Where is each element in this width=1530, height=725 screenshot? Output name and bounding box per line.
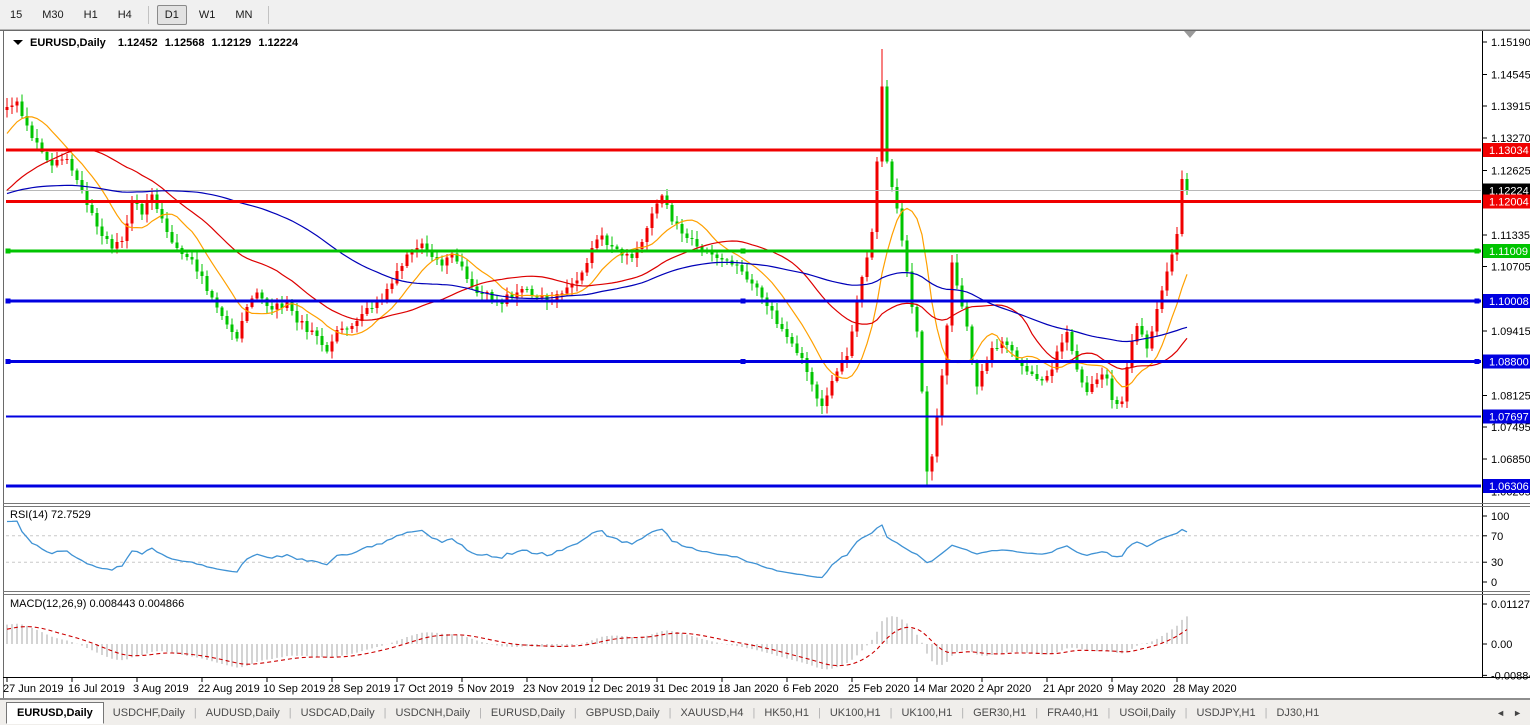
rsi-line [7,521,1187,577]
chart-tab-dj30-h1[interactable]: DJ30,H1 [1267,703,1328,723]
svg-text:1.13034: 1.13034 [1489,145,1529,157]
macd-pane: 0.011277 0.00 -0.008845 [7,599,1530,682]
hline-handle[interactable] [6,299,11,304]
hline-handle[interactable] [741,249,746,254]
svg-text:1.10705: 1.10705 [1491,261,1530,273]
hline-handle[interactable] [1475,359,1480,364]
svg-text:1.12004: 1.12004 [1489,196,1529,208]
chart-tab-ger30-h1[interactable]: GER30,H1 [964,703,1035,723]
svg-text:25 Feb 2020: 25 Feb 2020 [848,683,910,695]
svg-text:10 Sep 2019: 10 Sep 2019 [263,683,325,695]
hline-handle[interactable] [741,299,746,304]
symbol-dropdown-icon[interactable] [13,40,23,45]
title-high: 1.12568 [165,37,205,49]
chart-tab-uk100-h1[interactable]: UK100,H1 [892,703,961,723]
svg-text:22 Aug 2019: 22 Aug 2019 [198,683,260,695]
svg-text:70: 70 [1491,531,1503,543]
title-close: 1.12224 [258,37,299,49]
chart-shift-marker-icon[interactable] [1184,31,1196,38]
hline-handle[interactable] [6,359,11,364]
chart-tab-usdcnh-daily[interactable]: USDCNH,Daily [386,703,479,723]
svg-text:21 Apr 2020: 21 Apr 2020 [1043,683,1102,695]
svg-text:18 Jan 2020: 18 Jan 2020 [718,683,779,695]
svg-text:-0.008845: -0.008845 [1491,670,1530,682]
svg-text:17 Oct 2019: 17 Oct 2019 [393,683,453,695]
title-open: 1.12452 [118,37,158,49]
svg-text:1.10008: 1.10008 [1489,296,1529,308]
svg-text:1.06306: 1.06306 [1489,481,1529,493]
rsi-label: RSI(14) 72.7529 [10,509,91,521]
rsi-pane: 100 70 30 0 [6,511,1509,589]
chart-tab-usdcad-daily[interactable]: USDCAD,Daily [292,703,384,723]
svg-text:1.14545: 1.14545 [1491,69,1530,81]
svg-text:1.11335: 1.11335 [1491,230,1530,242]
svg-text:6 Feb 2020: 6 Feb 2020 [783,683,839,695]
chart-frame [0,30,1530,699]
title-symbol: EURUSD,Daily [30,37,107,49]
svg-text:100: 100 [1491,511,1509,523]
svg-text:0: 0 [1491,577,1497,589]
hline-handle[interactable] [6,249,11,254]
svg-text:3 Aug 2019: 3 Aug 2019 [133,683,189,695]
title-low: 1.12129 [212,37,252,49]
svg-text:0.00: 0.00 [1491,639,1512,651]
chart-tab-uk100-h1[interactable]: UK100,H1 [821,703,890,723]
tab-scroll-arrows: ◄► [1496,708,1522,718]
trading-platform-window: { "toolbar": { "groups": [["15","M30","H… [0,0,1530,725]
svg-text:16 Jul 2019: 16 Jul 2019 [68,683,125,695]
ma-30-line [7,149,1187,369]
hline-handle[interactable] [1475,249,1480,254]
macd-label: MACD(12,26,9) 0.008443 0.004866 [10,598,184,610]
svg-text:12 Dec 2019: 12 Dec 2019 [588,683,650,695]
chart-tab-hk50-h1[interactable]: HK50,H1 [755,703,818,723]
price-axis: 1.151901.145451.139151.132701.126251.113… [1482,37,1530,498]
chart-title-text: EURUSD,Daily 1.12452 1.12568 1.12129 1.1… [30,37,299,49]
svg-text:27 Jun 2019: 27 Jun 2019 [3,683,64,695]
candlesticks [6,49,1189,487]
chart-tab-audusd-daily[interactable]: AUDUSD,Daily [197,703,289,723]
svg-text:1.09415: 1.09415 [1491,326,1530,338]
svg-text:5 Nov 2019: 5 Nov 2019 [458,683,514,695]
svg-text:28 May 2020: 28 May 2020 [1173,683,1237,695]
svg-text:9 May 2020: 9 May 2020 [1108,683,1165,695]
svg-text:1.08800: 1.08800 [1489,357,1529,369]
chart-tab-xauusd-h4[interactable]: XAUUSD,H4 [672,703,753,723]
svg-text:1.15190: 1.15190 [1491,37,1530,49]
svg-text:2 Apr 2020: 2 Apr 2020 [978,683,1031,695]
svg-text:31 Dec 2019: 31 Dec 2019 [653,683,715,695]
tab-scroll-right-icon[interactable]: ► [1513,708,1522,718]
svg-text:1.13915: 1.13915 [1491,101,1530,113]
chart-tab-eurusd-daily[interactable]: EURUSD,Daily [6,702,104,724]
svg-text:1.08125: 1.08125 [1491,390,1530,402]
svg-text:30: 30 [1491,557,1503,569]
svg-text:1.12625: 1.12625 [1491,165,1530,177]
svg-text:0.011277: 0.011277 [1491,599,1530,611]
chart-tab-eurusd-daily[interactable]: EURUSD,Daily [482,703,574,723]
hline-handle[interactable] [741,359,746,364]
chart-tab-usdjpy-h1[interactable]: USDJPY,H1 [1187,703,1264,723]
date-axis: 27 Jun 2019 16 Jul 2019 3 Aug 2019 22 Aug 2… [3,678,1237,695]
hline-handle[interactable] [1475,299,1480,304]
svg-text:1.11009: 1.11009 [1489,246,1528,258]
svg-text:1.06850: 1.06850 [1491,454,1530,466]
macd-signal-line [7,627,1187,666]
tab-scroll-left-icon[interactable]: ◄ [1496,708,1505,718]
ma-65-line [7,185,1187,341]
chart-window: 1.151901.145451.139151.132701.126251.113… [0,0,1530,725]
svg-text:23 Nov 2019: 23 Nov 2019 [523,683,585,695]
chart-tab-usoil-daily[interactable]: USOil,Daily [1110,703,1184,723]
symbol-tab-bar: EURUSD,DailyUSDCHF,Daily|AUDUSD,Daily|US… [0,699,1530,725]
svg-text:1.07697: 1.07697 [1489,412,1529,424]
chart-title: EURUSD,Daily 1.12452 1.12568 1.12129 1.1… [13,37,299,49]
chart-tab-usdchf-daily[interactable]: USDCHF,Daily [104,703,194,723]
chart-tab-gbpusd-daily[interactable]: GBPUSD,Daily [577,703,669,723]
chart-tab-fra40-h1[interactable]: FRA40,H1 [1038,703,1107,723]
svg-text:28 Sep 2019: 28 Sep 2019 [328,683,390,695]
svg-text:14 Mar 2020: 14 Mar 2020 [913,683,975,695]
